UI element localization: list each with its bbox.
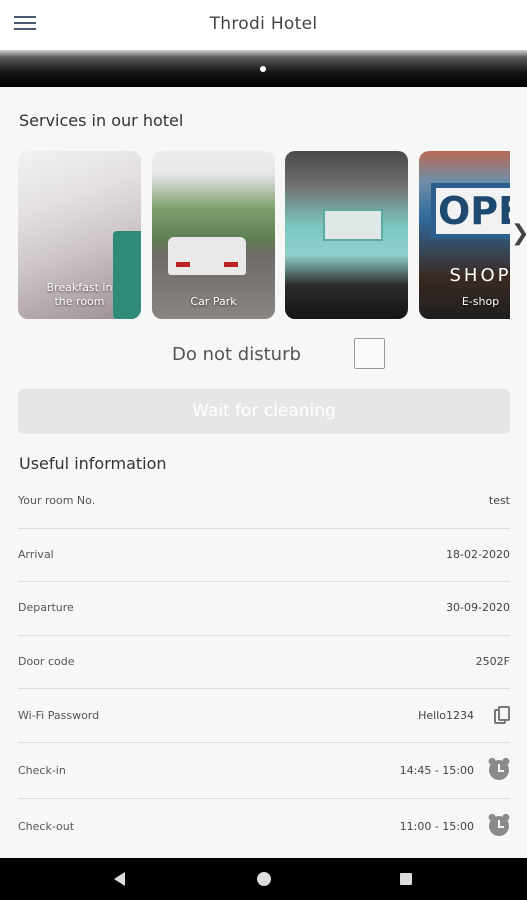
back-icon[interactable] xyxy=(114,872,125,886)
info-value: 11:00 - 15:00 xyxy=(399,820,474,833)
service-card-caption: E-shop xyxy=(461,295,500,308)
open-sign-image: OPE xyxy=(431,183,510,239)
car-image xyxy=(168,237,246,275)
info-label: Departure xyxy=(18,601,74,614)
info-row-arrival: Arrival 18-02-2020 xyxy=(18,529,510,582)
info-row-wifi-password: Wi-Fi Password Hello1234 xyxy=(18,689,510,743)
info-label: Check-out xyxy=(18,820,75,833)
info-row-check-in: Check-in 14:45 - 15:00 xyxy=(18,743,511,799)
info-label: Arrival xyxy=(18,548,54,561)
shop-sign-text: SHOP xyxy=(449,265,510,286)
system-navigation-bar xyxy=(0,858,527,900)
service-card-caption: Breakfast in the room xyxy=(46,281,113,308)
info-row-door-code: Door code 2502F xyxy=(18,636,510,689)
info-value: Hello1234 xyxy=(418,709,474,722)
service-card-car-park[interactable]: Car Park xyxy=(152,151,275,319)
info-label: Your room No. xyxy=(18,494,96,507)
services-carousel[interactable]: Breakfast in the room Car Park OPE SHOP … xyxy=(18,151,510,319)
info-row-departure: Departure 30-09-2020 xyxy=(18,582,510,636)
service-card-breakfast[interactable]: Breakfast in the room xyxy=(18,151,141,319)
info-label: Door code xyxy=(18,655,75,668)
do-not-disturb-label: Do not disturb xyxy=(172,344,301,365)
service-card-caption: Car Park xyxy=(190,295,237,308)
home-icon[interactable] xyxy=(257,872,271,886)
info-value: 2502F xyxy=(475,655,510,668)
carousel-next-arrow-icon[interactable]: ❯ xyxy=(511,222,527,246)
app-bar: Throdi Hotel xyxy=(0,0,527,50)
service-card-atm[interactable] xyxy=(285,151,408,319)
atm-screen-image xyxy=(323,209,383,241)
recent-apps-icon[interactable] xyxy=(400,873,412,885)
wait-for-cleaning-button[interactable]: Wait for cleaning xyxy=(18,389,510,434)
do-not-disturb-checkbox[interactable] xyxy=(354,338,385,369)
slider-page-indicator xyxy=(260,66,266,72)
alarm-clock-icon[interactable] xyxy=(487,756,511,780)
info-row-room-number: Your room No. test xyxy=(18,490,510,529)
info-label: Wi-Fi Password xyxy=(18,709,100,722)
alarm-clock-icon[interactable] xyxy=(487,812,511,836)
info-row-check-out: Check-out 11:00 - 15:00 xyxy=(18,799,511,854)
info-value: test xyxy=(488,494,510,507)
info-value: 14:45 - 15:00 xyxy=(399,764,474,777)
info-label: Check-in xyxy=(18,764,66,777)
services-heading: Services in our hotel xyxy=(19,111,184,130)
useful-info-heading: Useful information xyxy=(19,454,167,473)
info-value: 30-09-2020 xyxy=(446,601,510,614)
hero-banner[interactable] xyxy=(0,50,527,87)
info-value: 18-02-2020 xyxy=(446,548,510,561)
service-card-eshop[interactable]: OPE SHOP E-shop xyxy=(419,151,510,319)
app-title: Throdi Hotel xyxy=(209,14,318,34)
copy-icon[interactable] xyxy=(494,706,510,724)
